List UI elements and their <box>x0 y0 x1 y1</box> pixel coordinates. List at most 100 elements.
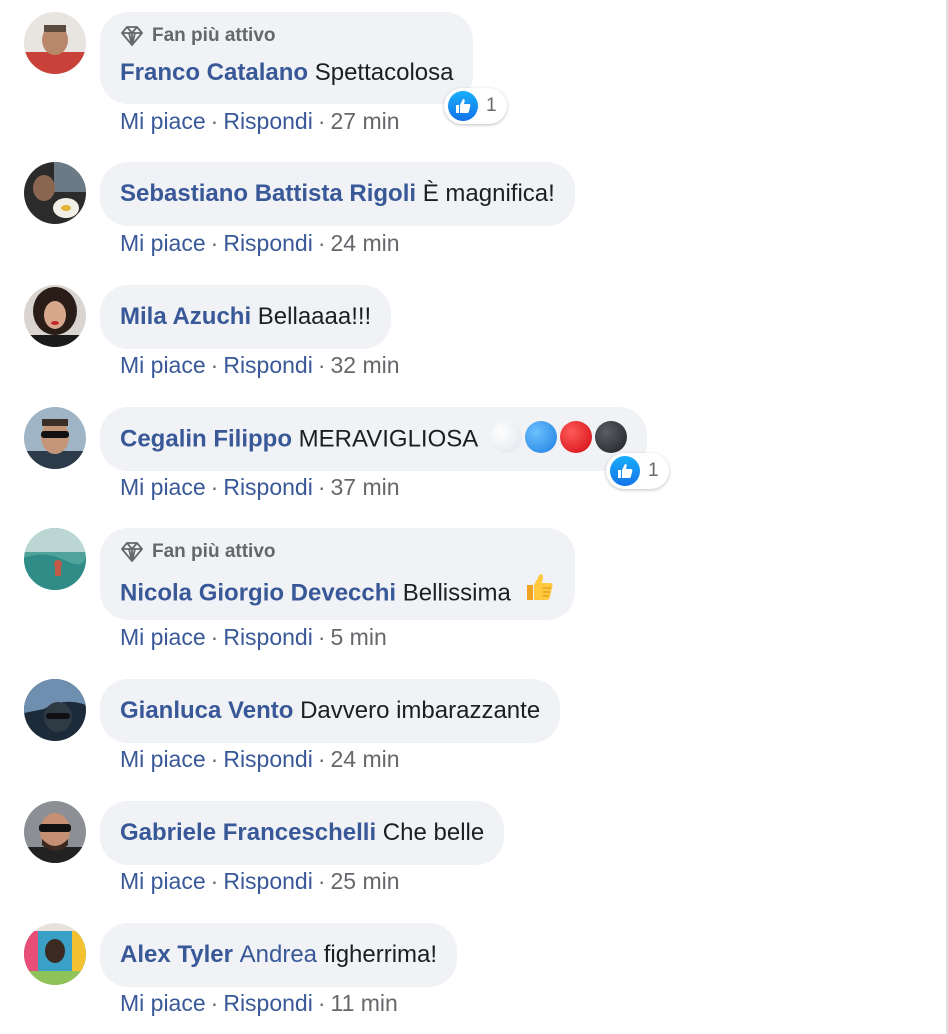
author-name[interactable]: Gabriele Franceschelli <box>120 819 376 846</box>
comment-actions: Mi piace · Rispondi · 32 min <box>120 352 400 379</box>
comment-actions: Mi piace · Rispondi · 5 min <box>120 624 387 651</box>
separator: · <box>210 474 219 500</box>
separator: · <box>317 990 326 1016</box>
reply-button[interactable]: Rispondi <box>223 352 313 378</box>
like-button[interactable]: Mi piace <box>120 990 206 1016</box>
separator: · <box>317 624 326 650</box>
separator: · <box>210 230 219 256</box>
comment-bubble: Gianluca Vento Davvero imbarazzante <box>100 679 561 743</box>
avatar[interactable] <box>24 285 86 347</box>
separator: · <box>210 746 219 772</box>
comment-actions: Mi piace · Rispondi · 27 min <box>120 108 400 135</box>
avatar[interactable] <box>24 801 86 863</box>
like-icon <box>448 91 478 121</box>
like-button[interactable]: Mi piace <box>120 624 206 650</box>
like-button[interactable]: Mi piace <box>120 868 206 894</box>
like-button[interactable]: Mi piace <box>120 474 206 500</box>
like-button[interactable]: Mi piace <box>120 746 206 772</box>
comment-text: Spettacolosa <box>314 59 454 86</box>
timestamp[interactable]: 25 min <box>331 868 400 894</box>
timestamp[interactable]: 37 min <box>331 474 400 500</box>
reply-button[interactable]: Rispondi <box>223 746 313 772</box>
avatar[interactable] <box>24 407 86 469</box>
avatar[interactable] <box>24 679 86 741</box>
author-name[interactable]: Alex Tyler Andrea <box>120 941 317 968</box>
separator: · <box>317 352 326 378</box>
separator: · <box>210 624 219 650</box>
comment-actions: Mi piace · Rispondi · 11 min <box>120 990 398 1017</box>
comment-text: MERAVIGLIOSA <box>298 425 477 453</box>
comment-actions: Mi piace · Rispondi · 37 min <box>120 474 400 501</box>
author-name[interactable]: Mila Azuchi <box>120 303 251 330</box>
comment-bubble: Cegalin Filippo MERAVIGLIOSA <box>100 407 647 471</box>
author-name[interactable]: Nicola Giorgio Devecchi <box>120 579 396 606</box>
reply-button[interactable]: Rispondi <box>223 990 313 1016</box>
timestamp[interactable]: 32 min <box>331 352 400 378</box>
separator: · <box>210 868 219 894</box>
comment-bubble: Alex Tyler Andrea figherrima! <box>100 923 458 987</box>
comment-text: figherrima! <box>323 941 438 968</box>
avatar[interactable] <box>24 162 86 224</box>
reaction-count-badge[interactable]: 1 <box>444 88 507 124</box>
white-circle-emoji <box>489 421 522 453</box>
emoji-circles <box>484 421 627 453</box>
separator: · <box>317 746 326 772</box>
like-button[interactable]: Mi piace <box>120 352 206 378</box>
black-circle-emoji <box>594 421 627 453</box>
author-name-extra: Andrea <box>239 941 318 968</box>
reply-button[interactable]: Rispondi <box>223 474 313 500</box>
comment-actions: Mi piace · Rispondi · 24 min <box>120 746 400 773</box>
reaction-count: 1 <box>486 95 497 116</box>
timestamp[interactable]: 27 min <box>331 108 400 134</box>
separator: · <box>317 868 326 894</box>
separator: · <box>317 230 326 256</box>
diamond-icon <box>121 26 143 46</box>
comment-bubble: Fan più attivo Nicola Giorgio Devecchi B… <box>100 528 576 620</box>
author-name[interactable]: Sebastiano Battista Rigoli <box>120 180 416 207</box>
reply-button[interactable]: Rispondi <box>223 868 313 894</box>
separator: · <box>210 990 219 1016</box>
comment-bubble: Fan più attivo Franco Catalano Spettacol… <box>100 12 474 104</box>
comment-bubble: Gabriele Franceschelli Che belle <box>100 801 505 865</box>
comment-text: Davvero imbarazzante <box>300 697 541 724</box>
avatar[interactable] <box>24 12 86 74</box>
timestamp[interactable]: 11 min <box>331 990 398 1016</box>
timestamp[interactable]: 24 min <box>331 746 400 772</box>
reply-button[interactable]: Rispondi <box>223 230 313 256</box>
badge-label: Fan più attivo <box>152 541 276 562</box>
separator: · <box>210 108 219 134</box>
diamond-icon <box>121 542 143 562</box>
author-name-bold: Alex Tyler <box>120 941 233 968</box>
comment-text: Bellaaaa!!! <box>257 303 372 330</box>
avatar[interactable] <box>24 923 86 985</box>
author-name[interactable]: Gianluca Vento <box>120 697 293 724</box>
top-fan-badge: Fan più attivo <box>120 540 555 564</box>
badge-label: Fan più attivo <box>152 25 276 46</box>
separator: · <box>210 352 219 378</box>
blue-circle-emoji <box>524 421 557 453</box>
red-circle-emoji <box>559 421 592 453</box>
comment-text: È magnifica! <box>422 180 555 207</box>
reply-button[interactable]: Rispondi <box>223 108 313 134</box>
top-fan-badge: Fan più attivo <box>120 24 453 48</box>
reply-button[interactable]: Rispondi <box>223 624 313 650</box>
like-button[interactable]: Mi piace <box>120 108 206 134</box>
comment-actions: Mi piace · Rispondi · 24 min <box>120 230 400 257</box>
author-name[interactable]: Franco Catalano <box>120 59 308 86</box>
separator: · <box>317 108 326 134</box>
author-name[interactable]: Cegalin Filippo <box>120 425 292 452</box>
thumbs-up-emoji <box>523 571 555 611</box>
avatar[interactable] <box>24 528 86 590</box>
timestamp[interactable]: 5 min <box>331 624 387 650</box>
like-button[interactable]: Mi piace <box>120 230 206 256</box>
comment-text: Bellissima <box>402 579 511 607</box>
reaction-count: 1 <box>648 460 659 481</box>
timestamp[interactable]: 24 min <box>331 230 400 256</box>
comment-bubble: Mila Azuchi Bellaaaa!!! <box>100 285 392 349</box>
comment-actions: Mi piace · Rispondi · 25 min <box>120 868 400 895</box>
comment-text: Che belle <box>382 819 485 846</box>
reaction-count-badge[interactable]: 1 <box>606 453 669 489</box>
comment-bubble: Sebastiano Battista Rigoli È magnifica! <box>100 162 575 226</box>
like-icon <box>610 456 640 486</box>
separator: · <box>317 474 326 500</box>
